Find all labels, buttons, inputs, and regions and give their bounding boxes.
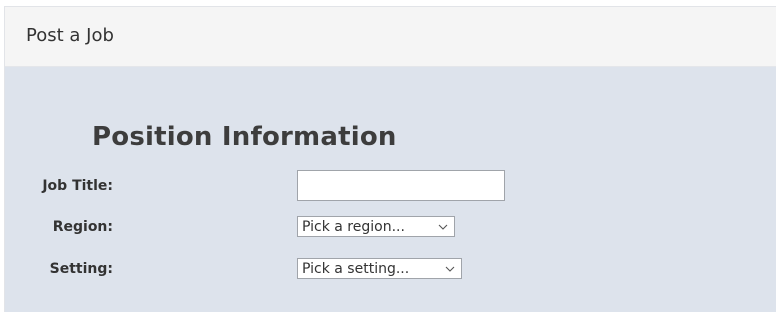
setting-select[interactable]: Pick a setting... [297,258,462,279]
panel-header: Post a Job [5,7,776,67]
job-title-row: Job Title: [5,170,605,202]
region-select-value: Pick a region... [302,218,405,235]
setting-label: Setting: [49,261,113,277]
page-title: Post a Job [26,25,114,46]
chevron-down-icon [436,220,450,234]
setting-row: Setting: Pick a setting... [5,253,605,285]
section-heading: Position Information [92,122,397,152]
region-row: Region: Pick a region... [5,211,605,243]
region-select[interactable]: Pick a region... [297,216,455,237]
setting-select-value: Pick a setting... [302,260,410,277]
form-body: Position Information Job Title: Region: … [5,67,776,312]
post-job-panel: Post a Job Position Information Job Titl… [4,6,776,312]
region-label: Region: [52,219,113,235]
chevron-down-icon [443,262,457,276]
job-title-input[interactable] [297,170,505,201]
job-title-label: Job Title: [42,178,113,194]
